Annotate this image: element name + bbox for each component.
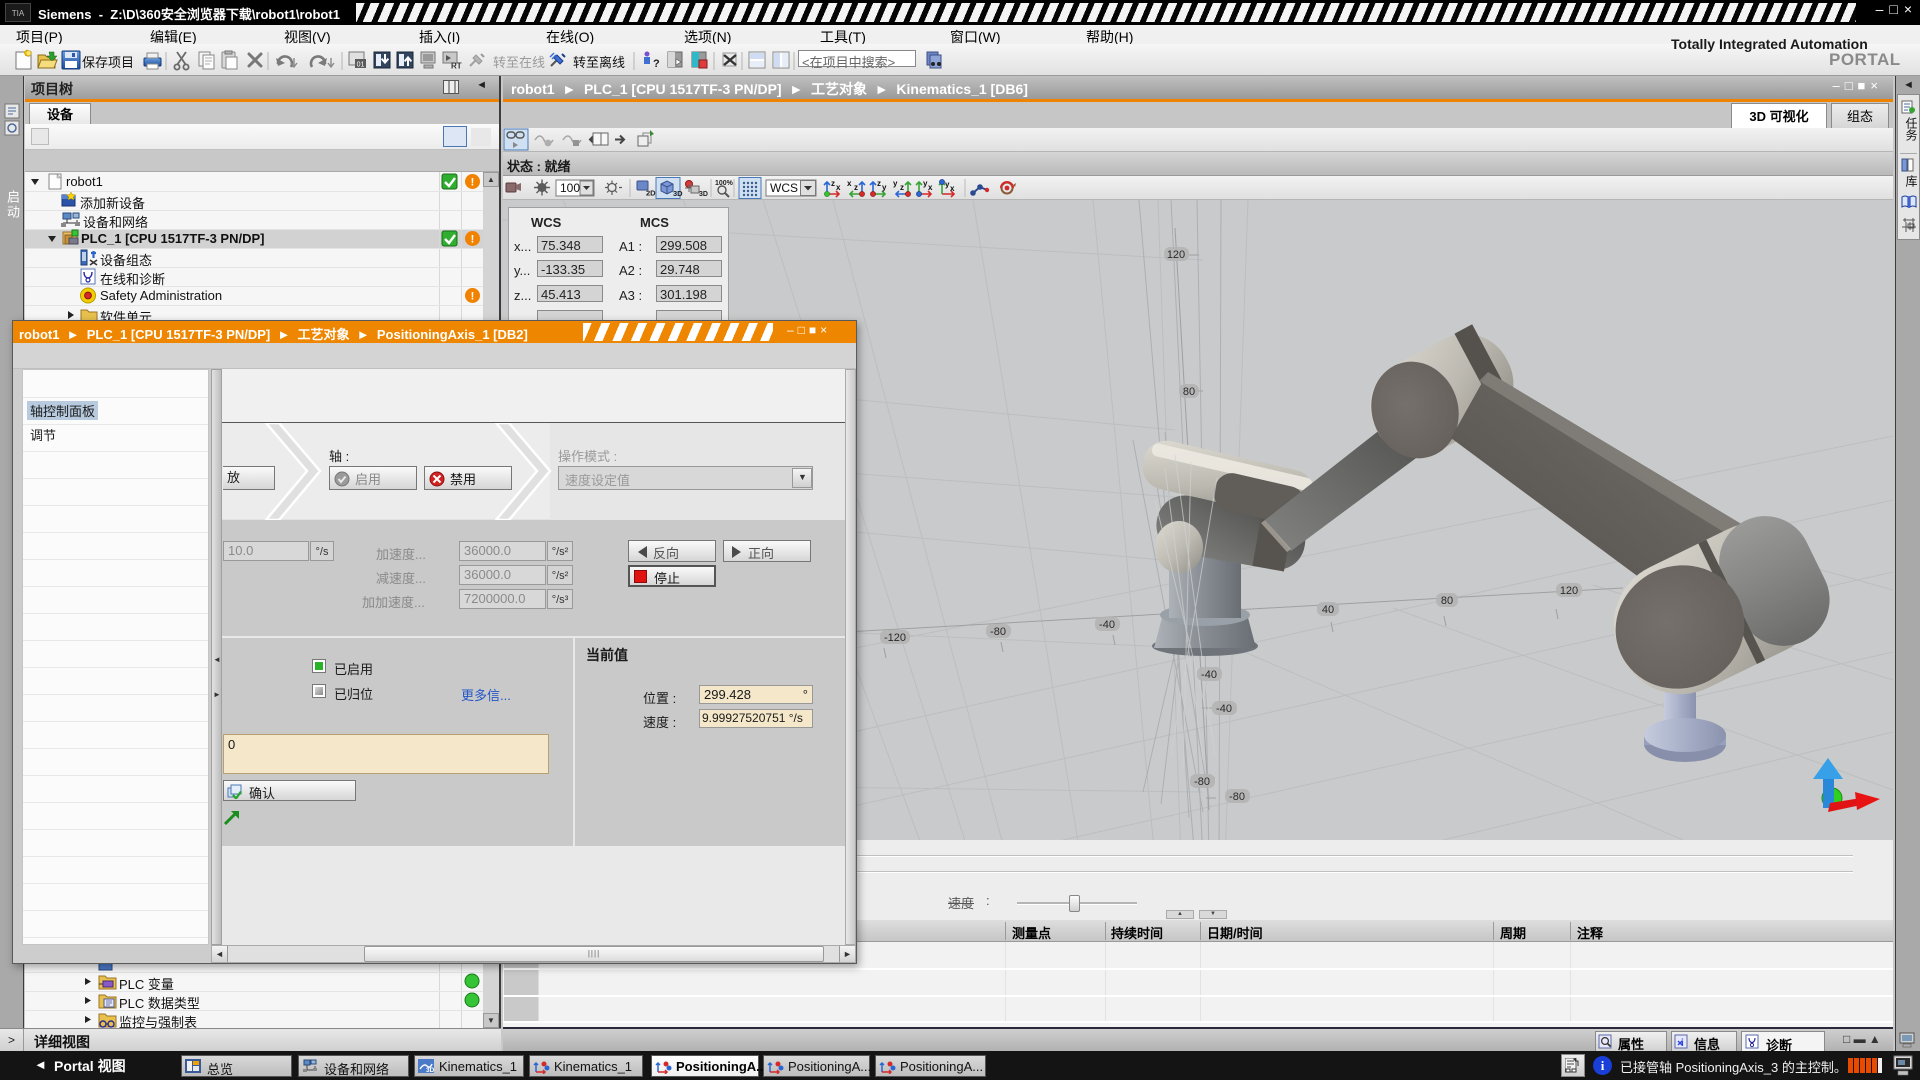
svg-text:-80: -80 [1194,776,1210,788]
svg-text:x: x [928,183,933,192]
svg-text:WCS: WCS [770,181,798,195]
svg-text:!: ! [471,234,475,246]
svg-text:-40: -40 [1201,669,1217,681]
svg-text:?: ? [653,58,660,70]
svg-text:-80: -80 [1229,791,1245,803]
svg-text:40: 40 [1322,604,1334,616]
svg-text:z: z [854,183,858,192]
svg-text:RT: RT [451,62,462,71]
svg-text:-40: -40 [1099,619,1115,631]
svg-text:z: z [877,179,881,188]
svg-text:!: ! [471,291,475,303]
svg-text:x: x [836,183,841,192]
svg-text:-80: -80 [990,626,1006,638]
svg-text:i: i [1681,1038,1684,1049]
svg-text:01: 01 [357,62,365,69]
svg-text:!: ! [471,177,475,189]
svg-text:-40: -40 [1216,703,1232,715]
svg-text:120: 120 [1167,249,1185,261]
svg-text:x: x [847,179,852,188]
svg-text:y: y [882,183,887,192]
svg-text:120: 120 [1560,585,1578,597]
svg-text:y: y [893,179,898,188]
svg-text:z: z [831,179,835,188]
svg-text:80: 80 [1183,386,1195,398]
svg-text:80: 80 [1441,595,1453,607]
svg-text:x: x [950,184,955,193]
svg-text:-120: -120 [884,632,906,644]
svg-text:3D: 3D [673,189,683,198]
svg-text:2D: 2D [646,189,656,198]
svg-text:100: 100 [560,181,580,195]
svg-text:z: z [900,183,904,192]
svg-text:3D: 3D [426,1067,435,1074]
svg-text:3D: 3D [699,191,708,198]
